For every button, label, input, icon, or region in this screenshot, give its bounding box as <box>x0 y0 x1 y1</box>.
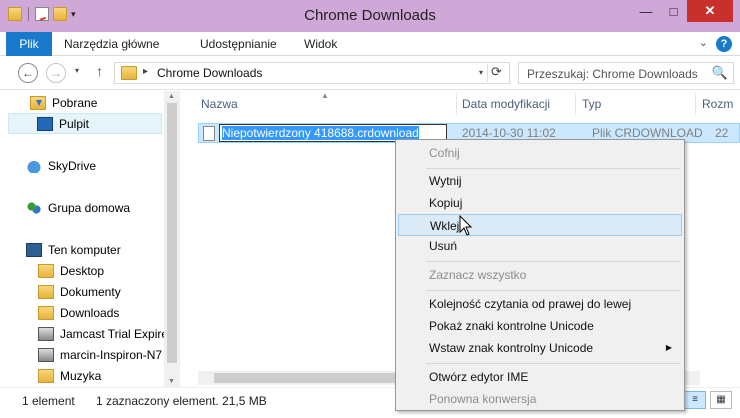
network-computer-icon <box>38 347 54 362</box>
sidebar-item-this-pc[interactable]: Ten komputer <box>26 239 160 260</box>
up-button[interactable]: ↑ <box>96 63 103 79</box>
column-divider[interactable] <box>575 93 576 115</box>
menu-item-select-all[interactable]: Zaznacz wszystko <box>398 264 682 286</box>
file-size: 22 <box>715 126 729 140</box>
sort-ascending-icon: ▲ <box>321 91 329 100</box>
computer-icon <box>26 242 42 257</box>
navigation-pane: Pobrane Pulpit SkyDrive Grupa domowa Ten… <box>0 91 180 387</box>
sidebar-item-jamcast[interactable]: Jamcast Trial Expired <box>38 323 175 344</box>
sidebar-item-label: Grupa domowa <box>48 200 131 215</box>
sidebar-item-label: Pulpit <box>59 116 90 131</box>
submenu-arrow-icon: ▶ <box>665 343 672 352</box>
folder-icon <box>38 263 54 278</box>
menu-separator <box>426 290 680 291</box>
menu-item-reconversion[interactable]: Ponowna konwersja <box>398 388 682 410</box>
address-bar[interactable]: ▸ Chrome Downloads ▾ ⟳ <box>114 62 510 84</box>
ribbon-tabs: Plik Narzędzia główne Udostępnianie Wido… <box>0 32 740 56</box>
scroll-down-icon[interactable]: ▼ <box>168 378 175 385</box>
address-history-icon[interactable]: ▾ <box>479 68 483 77</box>
network-computer-icon <box>38 326 54 341</box>
minimize-button[interactable]: — <box>632 0 660 22</box>
menu-item-rtl-reading-order[interactable]: Kolejność czytania od prawej do lewej <box>398 293 682 315</box>
sidebar-item-marcin-inspiron[interactable]: marcin-Inspiron-N7 <box>38 344 164 365</box>
sidebar-item-label: Downloads <box>60 305 120 320</box>
menu-separator <box>426 168 680 169</box>
sidebar-item-label: Muzyka <box>60 368 102 383</box>
column-header-name[interactable]: Nazwa <box>201 91 238 117</box>
navigation-scrollbar[interactable]: ▲ ▼ <box>164 91 180 387</box>
sidebar-item-music[interactable]: Muzyka <box>38 365 160 386</box>
scrollbar-thumb[interactable] <box>167 103 177 363</box>
breadcrumb-chevron-icon[interactable]: ▸ <box>143 66 148 77</box>
sidebar-item-pulpit[interactable]: Pulpit <box>8 113 162 134</box>
refresh-icon[interactable]: ⟳ <box>487 64 505 82</box>
menu-item-cut[interactable]: Wytnij <box>398 170 682 192</box>
sidebar-item-skydrive[interactable]: SkyDrive <box>26 155 160 176</box>
sidebar-item-desktop[interactable]: Desktop <box>38 260 160 281</box>
desktop-icon <box>37 116 53 131</box>
scroll-up-icon[interactable]: ▲ <box>168 93 175 100</box>
menu-item-show-unicode-control[interactable]: Pokaż znaki kontrolne Unicode <box>398 315 682 337</box>
item-count: 1 element <box>22 394 75 408</box>
column-header-type[interactable]: Typ <box>582 91 601 117</box>
menu-item-paste[interactable]: Wklej <box>398 214 682 236</box>
help-icon[interactable]: ? <box>716 36 732 52</box>
selection-info: 1 zaznaczony element. 21,5 MB <box>96 394 267 408</box>
column-divider[interactable] <box>695 93 696 115</box>
tab-file[interactable]: Plik <box>6 32 52 56</box>
menu-separator <box>426 261 680 262</box>
sidebar-item-label: SkyDrive <box>48 158 97 173</box>
expand-ribbon-icon[interactable]: ⌄ <box>699 36 708 49</box>
column-divider[interactable] <box>456 93 457 115</box>
sidebar-item-label: marcin-Inspiron-N7 <box>60 347 163 362</box>
menu-separator <box>426 363 680 364</box>
sidebar-item-label: Pobrane <box>52 95 98 110</box>
back-button[interactable]: ← <box>18 63 38 83</box>
title-bar: ▾ Chrome Downloads — □ ✕ <box>0 0 740 32</box>
menu-item-delete[interactable]: Usuń <box>398 235 682 257</box>
search-placeholder: Przeszukaj: Chrome Downloads <box>527 67 698 81</box>
sidebar-item-label: Dokumenty <box>60 284 121 299</box>
menu-item-undo[interactable]: Cofnij <box>398 142 682 164</box>
downloads-folder-icon <box>30 95 46 110</box>
tab-share[interactable]: Udostępnianie <box>192 32 285 56</box>
large-icons-view-icon[interactable]: ▦ <box>710 391 732 409</box>
folder-icon <box>38 284 54 299</box>
filename-selection[interactable]: Niepotwierdzony 418688.crdownload <box>222 126 419 140</box>
folder-icon <box>38 368 54 383</box>
search-icon[interactable]: 🔍 <box>712 65 728 81</box>
sidebar-item-label: Ten komputer <box>48 242 121 257</box>
close-button[interactable]: ✕ <box>687 0 733 22</box>
cloud-icon <box>26 158 42 173</box>
folder-icon <box>121 66 137 80</box>
column-header-modified[interactable]: Data modyfikacji <box>462 91 550 117</box>
sidebar-item-documents[interactable]: Dokumenty <box>38 281 160 302</box>
forward-button[interactable]: → <box>46 63 66 83</box>
file-type: Plik CRDOWNLOAD <box>592 126 703 140</box>
folder-icon <box>38 305 54 320</box>
context-menu: Cofnij Wytnij Kopiuj Wklej Usuń Zaznacz … <box>395 139 685 411</box>
maximize-button[interactable]: □ <box>660 0 687 22</box>
menu-item-insert-unicode-control[interactable]: Wstaw znak kontrolny Unicode ▶ <box>398 337 682 359</box>
window-title: Chrome Downloads <box>304 7 436 24</box>
search-input[interactable]: Przeszukaj: Chrome Downloads 🔍 <box>518 62 734 84</box>
file-modified: 2014-10-30 11:02 <box>462 126 556 140</box>
details-view-icon[interactable]: ≡ <box>684 391 706 409</box>
sidebar-item-label: Jamcast Trial Expired <box>60 326 175 341</box>
homegroup-icon <box>26 200 42 215</box>
breadcrumb[interactable]: Chrome Downloads <box>157 66 262 80</box>
tab-home[interactable]: Narzędzia główne <box>56 32 167 56</box>
sidebar-item-downloads[interactable]: Downloads <box>38 302 160 323</box>
menu-item-label: Wstaw znak kontrolny Unicode <box>429 341 594 355</box>
column-header-size[interactable]: Rozm <box>702 91 733 117</box>
tab-view[interactable]: Widok <box>296 32 345 56</box>
file-icon <box>203 126 215 141</box>
sidebar-item-label: Desktop <box>60 263 105 278</box>
sidebar-item-homegroup[interactable]: Grupa domowa <box>26 197 160 218</box>
address-row: ← → ▾ ↑ ▸ Chrome Downloads ▾ ⟳ Przeszuka… <box>0 56 740 90</box>
menu-item-open-ime[interactable]: Otwórz edytor IME <box>398 366 682 388</box>
menu-item-copy[interactable]: Kopiuj <box>398 192 682 214</box>
recent-locations-icon[interactable]: ▾ <box>75 66 79 75</box>
sidebar-item-pobrane[interactable]: Pobrane <box>30 92 160 113</box>
